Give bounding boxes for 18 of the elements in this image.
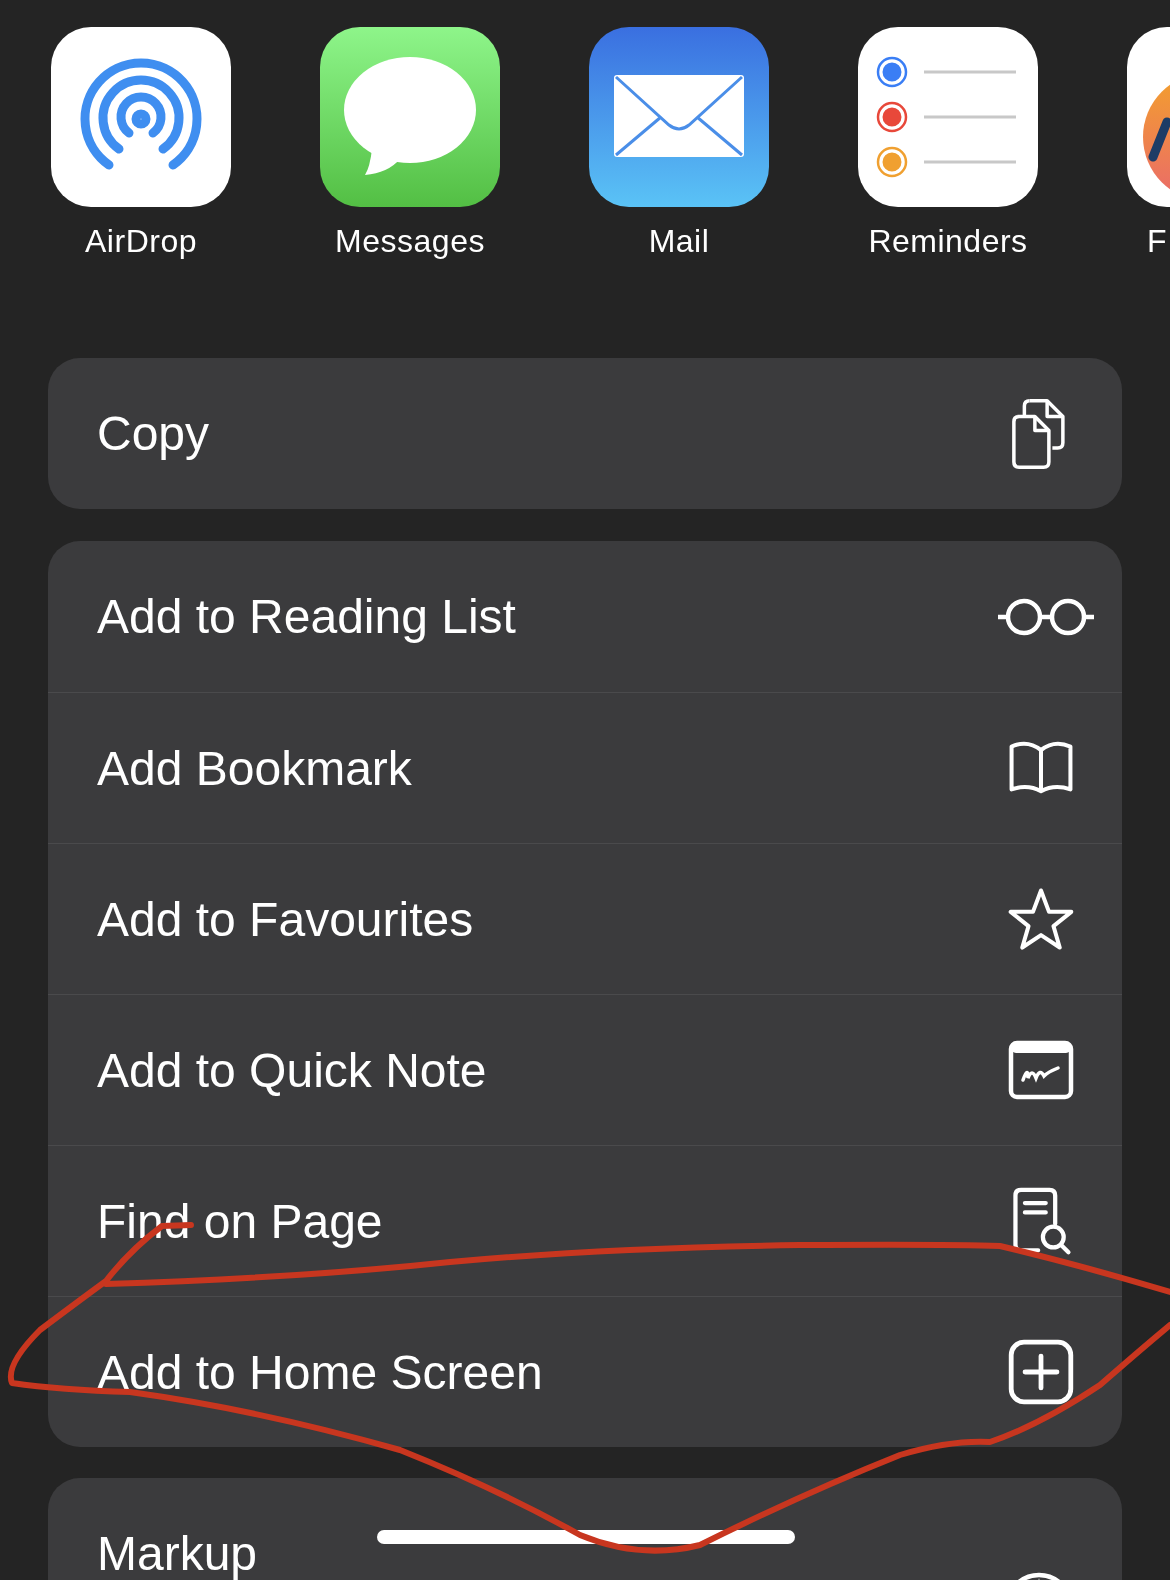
app-label: AirDrop (85, 223, 197, 260)
action-row[interactable]: Add to Favourites (48, 843, 1122, 994)
app-label: Reminders (868, 223, 1028, 260)
action-row[interactable]: Add to Quick Note (48, 994, 1122, 1145)
action-row[interactable]: Markup (48, 1478, 1122, 1580)
airdrop-icon[interactable] (51, 27, 231, 207)
app-label: F (1147, 223, 1168, 260)
envelope-icon[interactable] (589, 27, 769, 207)
app-label: Mail (648, 223, 710, 260)
glasses-icon (996, 596, 1096, 637)
action-row[interactable]: Add Bookmark (48, 692, 1122, 843)
reminders-list-icon[interactable] (858, 27, 1038, 207)
speech-bubble-icon[interactable] (320, 27, 500, 207)
add-square-icon (1008, 1337, 1074, 1407)
action-row[interactable]: Add to Reading List (48, 541, 1122, 692)
app-label: Messages (335, 223, 485, 260)
action-row[interactable]: Add to Home Screen (48, 1296, 1122, 1447)
action-row[interactable]: Copy (48, 358, 1122, 509)
